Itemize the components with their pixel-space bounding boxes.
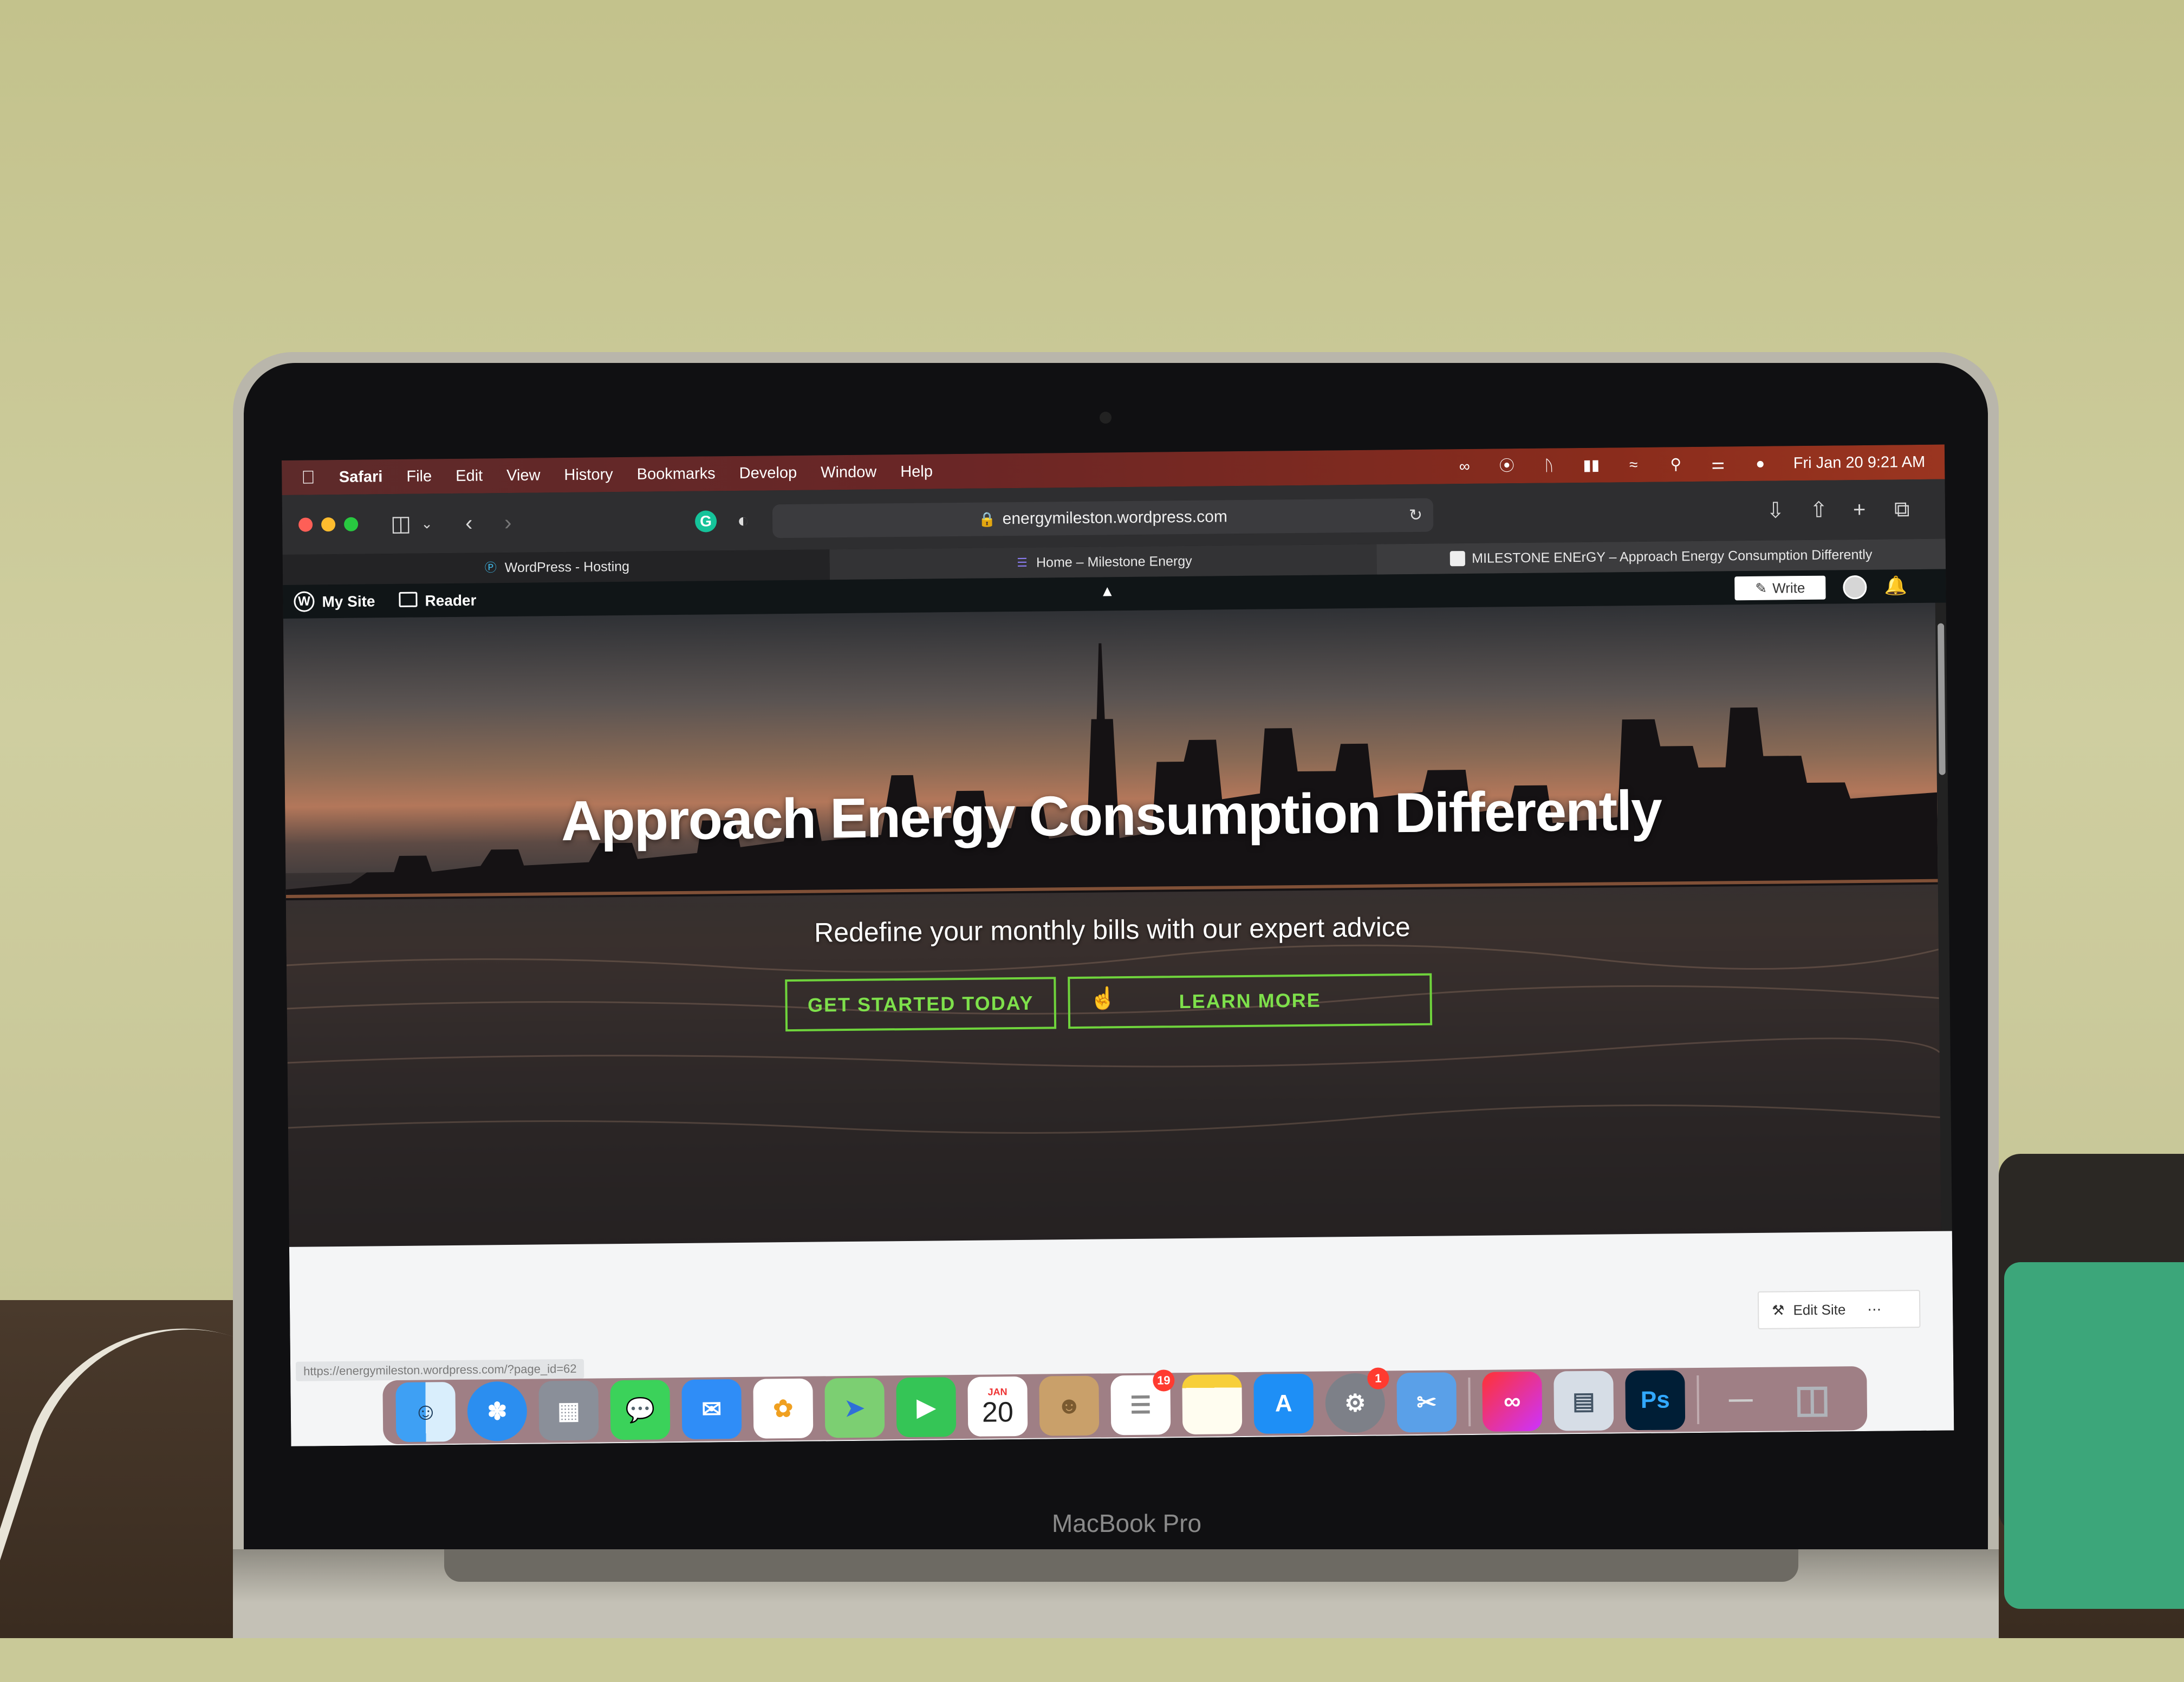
more-options-icon[interactable]: ⋯ xyxy=(1867,1301,1881,1317)
stapler-base xyxy=(2004,1262,2184,1609)
avatar[interactable] xyxy=(1843,575,1867,600)
apple-icon[interactable]:  xyxy=(301,467,315,488)
tab-title: Home – Milestone Energy xyxy=(1036,553,1192,570)
launchpad-icon[interactable]: ▦ xyxy=(538,1380,599,1441)
finder-icon[interactable]: ☺ xyxy=(395,1382,456,1443)
screen:  Safari File Edit View History Bookmark… xyxy=(282,444,1954,1446)
write-label: Write xyxy=(1772,579,1805,596)
tools-icon: ⚒ xyxy=(1772,1301,1785,1319)
tab-title: MILESTONE ENErGY – Approach Energy Consu… xyxy=(1472,547,1873,566)
minimize-window-button[interactable] xyxy=(321,517,336,532)
control-center-icon[interactable]: ⚌ xyxy=(1709,455,1727,472)
safari-icon[interactable]: ✽ xyxy=(467,1381,528,1441)
settings-badge: 1 xyxy=(1367,1367,1389,1389)
battery-icon[interactable]: ▮▮ xyxy=(1582,457,1601,473)
notifications-bell-icon[interactable]: 🔔 xyxy=(1884,575,1907,596)
downloads-icon[interactable]: ⇩ xyxy=(1766,498,1785,523)
trash-icon[interactable]: ◫ xyxy=(1782,1368,1842,1428)
bluetooth-icon[interactable]: ᚢ xyxy=(1540,457,1558,473)
menu-extras: ∞ ⦿ ᚢ ▮▮ ≈ ⚲ ⚌ ● Fri Jan 20 9:21 AM xyxy=(1455,445,1926,484)
collapse-arrow-icon[interactable]: ▲ xyxy=(1100,582,1115,600)
reminders-icon[interactable]: ☰ 19 xyxy=(1110,1369,1175,1436)
hero-section: Approach Energy Consumption Differently … xyxy=(283,602,1941,1247)
menu-develop[interactable]: Develop xyxy=(739,464,797,482)
page-favicon-icon xyxy=(1450,551,1466,567)
laptop-hinge xyxy=(444,1549,1798,1582)
calendar-month: JAN xyxy=(987,1386,1007,1398)
system-settings-icon[interactable]: ⚙ 1 xyxy=(1325,1367,1389,1433)
menu-window[interactable]: Window xyxy=(821,463,876,482)
app-store-icon[interactable]: A xyxy=(1253,1373,1314,1434)
dock-separator xyxy=(1468,1378,1471,1427)
menu-file[interactable]: File xyxy=(406,467,432,485)
new-tab-icon[interactable]: + xyxy=(1853,497,1866,522)
tab-milestone-energy[interactable]: MILESTONE ENErGY – Approach Energy Consu… xyxy=(1376,538,1947,575)
tab-title: WordPress - Hosting xyxy=(504,558,630,575)
menu-app-name[interactable]: Safari xyxy=(339,468,383,486)
preview-icon[interactable]: ✂ xyxy=(1396,1372,1457,1433)
chevron-down-icon[interactable]: ⌄ xyxy=(421,511,433,536)
photoshop-icon[interactable]: Ps xyxy=(1625,1370,1686,1431)
menu-bookmarks[interactable]: Bookmarks xyxy=(637,465,716,483)
my-site-link[interactable]: My Site xyxy=(322,593,375,611)
photoshop-label: Ps xyxy=(1640,1386,1670,1413)
siri-icon[interactable]: ● xyxy=(1751,455,1770,472)
fullscreen-window-button[interactable] xyxy=(344,517,359,531)
reload-icon[interactable]: ↻ xyxy=(1409,506,1422,525)
share-icon[interactable]: ⇧ xyxy=(1810,498,1828,523)
reader-link[interactable]: Reader xyxy=(425,592,476,610)
close-window-button[interactable] xyxy=(298,517,313,532)
grammarly-extension-icon[interactable]: G xyxy=(694,510,717,532)
forward-icon[interactable]: › xyxy=(504,510,512,535)
get-started-button[interactable]: GET STARTED TODAY xyxy=(785,977,1057,1032)
dock-separator xyxy=(1696,1375,1700,1424)
menu-history[interactable]: History xyxy=(564,466,613,484)
stack-favicon-icon: ☰ xyxy=(1017,555,1028,569)
messages-icon[interactable]: 💬 xyxy=(610,1380,671,1440)
wordpress-logo-icon[interactable]: W xyxy=(294,591,315,612)
camera xyxy=(1100,412,1112,424)
calendar-day: 20 xyxy=(981,1396,1014,1428)
pointer-hand-icon: ☝ xyxy=(1089,986,1117,1011)
spotlight-search-icon[interactable]: ⚲ xyxy=(1667,456,1685,472)
airdrop-icon[interactable]: ⦿ xyxy=(1498,457,1516,474)
contacts-icon[interactable]: ☻ xyxy=(1039,1375,1100,1436)
address-url: energymileston.wordpress.com xyxy=(1002,508,1228,528)
menu-clock[interactable]: Fri Jan 20 9:21 AM xyxy=(1793,453,1926,472)
notes-icon[interactable] xyxy=(1182,1374,1243,1435)
learn-more-button[interactable]: LEARN MORE xyxy=(1068,973,1433,1029)
status-bar-url: https://energymileston.wordpress.com/?pa… xyxy=(295,1359,584,1381)
edit-site-button[interactable]: ⚒ Edit Site ⋯ xyxy=(1757,1290,1921,1329)
tab-wordpress-hosting[interactable]: Ⓟ WordPress - Hosting xyxy=(282,549,831,585)
page-scrollbar[interactable] xyxy=(1938,623,1946,775)
pen-icon: ✎ xyxy=(1755,580,1767,596)
reader-icon[interactable] xyxy=(399,592,418,607)
laptop-model-label: MacBook Pro xyxy=(1051,1509,1202,1537)
wifi-icon[interactable]: ≈ xyxy=(1624,456,1643,473)
lock-icon: 🔒 xyxy=(978,510,996,528)
creative-cloud-icon[interactable]: ∞ xyxy=(1482,1371,1543,1432)
menu-help[interactable]: Help xyxy=(900,463,933,481)
mail-icon[interactable]: ✉ xyxy=(681,1379,742,1439)
disk-utility-icon[interactable]: ▤ xyxy=(1554,1371,1614,1431)
edit-site-label: Edit Site xyxy=(1793,1301,1846,1318)
tab-home-milestone[interactable]: ☰ Home – Milestone Energy xyxy=(829,544,1379,580)
back-icon[interactable]: ‹ xyxy=(465,511,473,536)
minimized-window-icon[interactable]: — xyxy=(1711,1369,1771,1430)
menu-edit[interactable]: Edit xyxy=(456,467,483,485)
facetime-icon[interactable]: ▶ xyxy=(896,1377,957,1438)
menu-view[interactable]: View xyxy=(506,466,541,485)
calendar-icon[interactable]: JAN 20 xyxy=(967,1376,1028,1437)
privacy-shield-icon[interactable]: ◐ xyxy=(737,509,749,532)
tab-overview-icon[interactable]: ⧉ xyxy=(1894,497,1910,522)
sidebar-toggle-icon[interactable]: ◫ xyxy=(391,511,411,536)
write-button[interactable]: ✎ Write xyxy=(1734,575,1826,601)
maps-icon[interactable]: ➤ xyxy=(824,1378,885,1438)
creative-cloud-icon[interactable]: ∞ xyxy=(1455,458,1474,475)
reminders-badge: 19 xyxy=(1153,1369,1175,1392)
wordpress-favicon-icon: Ⓟ xyxy=(484,561,497,575)
photos-icon[interactable]: ✿ xyxy=(753,1378,814,1439)
address-bar[interactable]: 🔒 energymileston.wordpress.com ↻ xyxy=(772,498,1434,538)
